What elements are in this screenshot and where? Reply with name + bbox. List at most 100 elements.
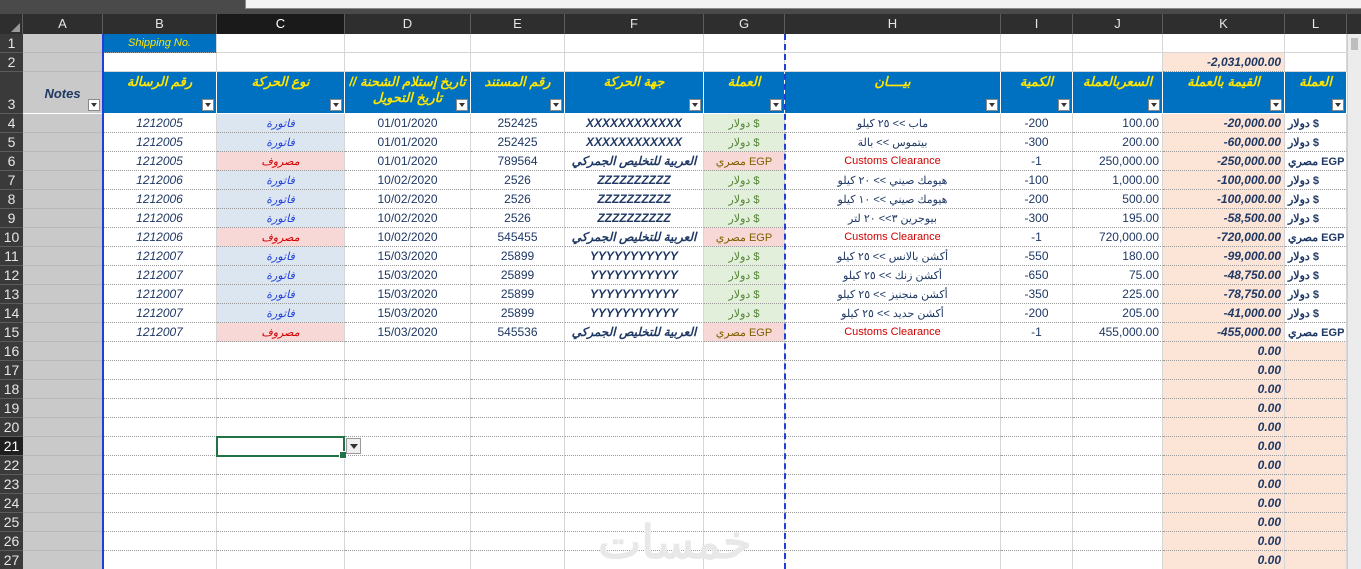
cell-d21[interactable]: [345, 437, 471, 456]
cell-l24[interactable]: [1285, 494, 1347, 513]
column-header-d[interactable]: D: [345, 14, 471, 34]
cell-b13[interactable]: 1212007: [103, 285, 217, 304]
cell-h1[interactable]: [785, 34, 1001, 53]
cell-i1[interactable]: [1001, 34, 1073, 53]
cell-l9[interactable]: دولار $: [1285, 209, 1347, 228]
filter-dropdown-i[interactable]: [1058, 99, 1070, 111]
cell-c5[interactable]: فاتورة: [217, 133, 345, 152]
cell-a19[interactable]: [23, 399, 103, 418]
cell-i9[interactable]: -300: [1001, 209, 1073, 228]
cell-f13[interactable]: YYYYYYYYYYY: [565, 285, 704, 304]
cell-j11[interactable]: 180.00: [1073, 247, 1163, 266]
cell-j1[interactable]: [1073, 34, 1163, 53]
spreadsheet-grid[interactable]: 1 2 3 4 5 6 7 8 9 10 11 12 13 14 15 16 17 18 19 20 21 22 23 24 2…: [0, 34, 1361, 569]
cell-a17[interactable]: [23, 361, 103, 380]
cell-j18[interactable]: [1073, 380, 1163, 399]
header-h[interactable]: بيــــان: [785, 72, 1001, 114]
row-header-15[interactable]: 15: [0, 323, 23, 342]
cell-b12[interactable]: 1212007: [103, 266, 217, 285]
cell-e26[interactable]: [471, 532, 565, 551]
cell-k13[interactable]: -78,750.00: [1163, 285, 1285, 304]
cell-b14[interactable]: 1212007: [103, 304, 217, 323]
cell-d7[interactable]: 10/02/2020: [345, 171, 471, 190]
cell-d10[interactable]: 10/02/2020: [345, 228, 471, 247]
cell-i10[interactable]: -1: [1001, 228, 1073, 247]
cell-h20[interactable]: [785, 418, 1001, 437]
cell-e25[interactable]: [471, 513, 565, 532]
filter-dropdown-d[interactable]: [456, 99, 468, 111]
cell-e9[interactable]: 2526: [471, 209, 565, 228]
cell-a14[interactable]: [23, 304, 103, 323]
cell-h9[interactable]: بيوجرين ٣>> ٢٠ لتر: [785, 209, 1001, 228]
cell-g2[interactable]: [704, 53, 785, 72]
cell-d11[interactable]: 15/03/2020: [345, 247, 471, 266]
cell-e7[interactable]: 2526: [471, 171, 565, 190]
cell-h16[interactable]: [785, 342, 1001, 361]
row-header-27[interactable]: 27: [0, 551, 23, 569]
cell-l18[interactable]: [1285, 380, 1347, 399]
header-k[interactable]: القيمة بالعملة: [1163, 72, 1285, 114]
cell-a2[interactable]: [23, 53, 103, 72]
cell-k16[interactable]: 0.00: [1163, 342, 1285, 361]
cell-d15[interactable]: 15/03/2020: [345, 323, 471, 342]
cell-i13[interactable]: -350: [1001, 285, 1073, 304]
cell-h26[interactable]: [785, 532, 1001, 551]
cell-k12[interactable]: -48,750.00: [1163, 266, 1285, 285]
cell-i20[interactable]: [1001, 418, 1073, 437]
cell-f1[interactable]: [565, 34, 704, 53]
filter-dropdown-h[interactable]: [986, 99, 998, 111]
cell-l14[interactable]: دولار $: [1285, 304, 1347, 323]
cell-j10[interactable]: 720,000.00: [1073, 228, 1163, 247]
cell-g18[interactable]: [704, 380, 785, 399]
cell-a1[interactable]: [23, 34, 103, 53]
cell-g20[interactable]: [704, 418, 785, 437]
cell-i12[interactable]: -650: [1001, 266, 1073, 285]
row-header-5[interactable]: 5: [0, 133, 23, 152]
cell-c4[interactable]: فاتورة: [217, 114, 345, 133]
cell-j16[interactable]: [1073, 342, 1163, 361]
cell-b22[interactable]: [103, 456, 217, 475]
header-d[interactable]: تاريخ إستلام الشحنة //تاريخ التحويل: [345, 72, 471, 114]
row-header-11[interactable]: 11: [0, 247, 23, 266]
cell-a22[interactable]: [23, 456, 103, 475]
cell-k8[interactable]: -100,000.00: [1163, 190, 1285, 209]
cell-c19[interactable]: [217, 399, 345, 418]
cell-d4[interactable]: 01/01/2020: [345, 114, 471, 133]
cell-f20[interactable]: [565, 418, 704, 437]
cell-h21[interactable]: [785, 437, 1001, 456]
cell-f19[interactable]: [565, 399, 704, 418]
cell-l2[interactable]: [1285, 53, 1347, 72]
cell-l12[interactable]: دولار $: [1285, 266, 1347, 285]
cell-d20[interactable]: [345, 418, 471, 437]
cell-e5[interactable]: 252425: [471, 133, 565, 152]
row-header-1[interactable]: 1: [0, 34, 23, 53]
cell-k26[interactable]: 0.00: [1163, 532, 1285, 551]
column-header-j[interactable]: J: [1073, 14, 1163, 34]
cell-a6[interactable]: [23, 152, 103, 171]
cell-k11[interactable]: -99,000.00: [1163, 247, 1285, 266]
cell-i2[interactable]: [1001, 53, 1073, 72]
cell-k22[interactable]: 0.00: [1163, 456, 1285, 475]
cell-i21[interactable]: [1001, 437, 1073, 456]
cell-h18[interactable]: [785, 380, 1001, 399]
column-header-l[interactable]: L: [1285, 14, 1347, 34]
column-header-k[interactable]: K: [1163, 14, 1285, 34]
cell-h8[interactable]: هيومك صيني >> ١٠ كيلو: [785, 190, 1001, 209]
cell-a18[interactable]: [23, 380, 103, 399]
cell-f17[interactable]: [565, 361, 704, 380]
cell-k5[interactable]: -60,000.00: [1163, 133, 1285, 152]
cell-i8[interactable]: -200: [1001, 190, 1073, 209]
cell-e13[interactable]: 25899: [471, 285, 565, 304]
cell-l6[interactable]: مصري EGP: [1285, 152, 1347, 171]
total-value-cell[interactable]: -2,031,000.00: [1163, 53, 1285, 72]
cell-c9[interactable]: فاتورة: [217, 209, 345, 228]
cell-e4[interactable]: 252425: [471, 114, 565, 133]
cell-c7[interactable]: فاتورة: [217, 171, 345, 190]
cell-c14[interactable]: فاتورة: [217, 304, 345, 323]
row-header-10[interactable]: 10: [0, 228, 23, 247]
vertical-scrollbar[interactable]: [1347, 34, 1361, 569]
cell-j5[interactable]: 200.00: [1073, 133, 1163, 152]
cell-j26[interactable]: [1073, 532, 1163, 551]
cell-e2[interactable]: [471, 53, 565, 72]
cell-i17[interactable]: [1001, 361, 1073, 380]
